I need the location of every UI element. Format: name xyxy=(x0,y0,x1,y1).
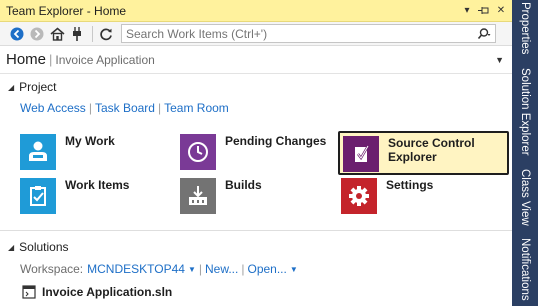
source-control-label-line2: Explorer xyxy=(388,150,437,164)
my-work-tile[interactable]: My Work xyxy=(20,134,115,170)
gear-icon xyxy=(341,178,377,214)
workspace-label: Workspace: xyxy=(20,262,84,276)
tab-notifications-label: Notifications xyxy=(519,237,531,301)
link-separator: | xyxy=(198,262,202,276)
work-items-label: Work Items xyxy=(65,178,130,192)
navigation-toolbar xyxy=(0,22,512,46)
tab-properties-label: Properties xyxy=(519,1,531,55)
refresh-button[interactable] xyxy=(97,25,115,43)
project-links: Web Access | Task Board | Team Room xyxy=(0,99,512,117)
back-arrow-icon xyxy=(10,27,24,40)
page-header: Home | Invoice Application ▼ xyxy=(0,46,512,74)
source-control-explorer-tile[interactable]: Source Control Explorer xyxy=(338,131,509,175)
solutions-section-header[interactable]: ◢ Solutions xyxy=(0,237,69,257)
project-section-header[interactable]: ◢ Project xyxy=(0,77,512,97)
open-dropdown-icon[interactable]: ▼ xyxy=(290,265,298,274)
source-control-explorer-label: Source Control Explorer xyxy=(388,136,475,164)
builds-icon xyxy=(180,178,216,214)
connect-button[interactable] xyxy=(68,25,86,43)
team-explorer-panel: Team Explorer - Home ▾ ✕ Search Work Ite… xyxy=(0,0,512,306)
new-solution-link[interactable]: New... xyxy=(205,262,238,276)
settings-label: Settings xyxy=(386,178,434,192)
link-separator: | xyxy=(241,262,245,276)
panel-title-bar: Team Explorer - Home ▾ ✕ xyxy=(0,0,512,22)
work-items-clipboard-icon xyxy=(20,178,56,214)
workspace-row: Workspace: MCNDESKTOP44 ▼ | New... | Ope… xyxy=(20,262,298,276)
solution-file-name: Invoice Application.sln xyxy=(42,285,173,299)
link-separator: | xyxy=(88,101,92,115)
solutions-section-title: Solutions xyxy=(19,240,69,254)
open-solution-link[interactable]: Open... xyxy=(247,262,286,276)
pending-changes-clock-icon xyxy=(180,134,216,170)
panel-title: Team Explorer - Home xyxy=(6,3,127,18)
settings-tile[interactable]: Settings xyxy=(341,178,433,214)
back-button[interactable] xyxy=(8,25,26,43)
tab-notifications[interactable]: Notifications xyxy=(512,234,538,304)
page-menu-dropdown-icon[interactable]: ▼ xyxy=(495,55,504,65)
solution-file-icon xyxy=(22,285,36,299)
team-room-link[interactable]: Team Room xyxy=(164,101,229,115)
toolbar-separator xyxy=(92,25,93,42)
collapse-triangle-icon[interactable]: ◢ xyxy=(8,83,14,92)
refresh-icon xyxy=(100,28,112,40)
tab-solution-explorer[interactable]: Solution Explorer xyxy=(512,63,538,161)
tab-properties[interactable]: Properties xyxy=(512,2,538,54)
auto-hide-pin-icon[interactable] xyxy=(477,4,491,18)
project-section-title: Project xyxy=(19,80,57,94)
task-board-link[interactable]: Task Board xyxy=(95,101,155,115)
workspace-dropdown-icon[interactable]: ▼ xyxy=(188,265,196,274)
forward-arrow-icon xyxy=(30,27,44,40)
window-position-dropdown-icon[interactable]: ▾ xyxy=(460,4,474,18)
plug-icon xyxy=(73,26,81,41)
close-icon[interactable]: ✕ xyxy=(494,4,508,18)
my-work-icon xyxy=(20,134,56,170)
work-items-tile[interactable]: Work Items xyxy=(20,178,129,214)
home-button[interactable] xyxy=(48,25,66,43)
my-work-label: My Work xyxy=(65,134,115,148)
home-icon xyxy=(50,27,64,41)
pending-changes-tile[interactable]: Pending Changes xyxy=(180,134,326,170)
tab-class-view[interactable]: Class View xyxy=(512,168,538,226)
builds-tile[interactable]: Builds xyxy=(180,178,262,214)
tab-solution-explorer-label: Solution Explorer xyxy=(519,68,531,156)
forward-button[interactable] xyxy=(28,25,46,43)
web-access-link[interactable]: Web Access xyxy=(20,101,86,115)
collapse-triangle-icon[interactable]: ◢ xyxy=(8,243,14,252)
project-name: Invoice Application xyxy=(55,52,155,67)
search-icon[interactable] xyxy=(473,27,495,40)
page-title: Home xyxy=(6,51,47,68)
search-input[interactable] xyxy=(126,26,473,41)
source-control-label-line1: Source Control xyxy=(388,136,475,150)
section-divider xyxy=(0,230,512,231)
link-separator: | xyxy=(157,101,162,115)
pending-changes-label: Pending Changes xyxy=(225,134,327,148)
workspace-selector[interactable]: MCNDESKTOP44 xyxy=(87,262,185,276)
source-control-checkmark-icon xyxy=(343,136,379,172)
header-separator: | xyxy=(49,52,53,67)
search-work-items-box[interactable] xyxy=(121,24,496,43)
builds-label: Builds xyxy=(225,178,262,192)
tab-class-view-label: Class View xyxy=(519,168,531,226)
right-tool-window-dock: Properties Solution Explorer Class View … xyxy=(512,0,538,306)
solution-list-item[interactable]: Invoice Application.sln xyxy=(22,285,172,299)
